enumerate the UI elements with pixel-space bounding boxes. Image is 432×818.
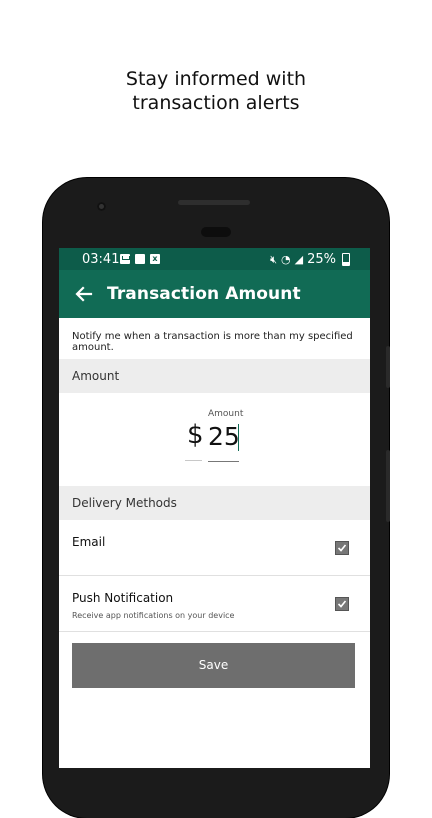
currency-symbol: $ (187, 420, 204, 450)
app-bar: Transaction Amount (59, 270, 370, 318)
email-checkbox[interactable] (335, 541, 349, 555)
amount-section-header: Amount (59, 359, 370, 393)
battery-percent: 25% (307, 252, 336, 267)
notification-icons: x (120, 254, 160, 264)
headline-line1: Stay informed with (125, 68, 307, 90)
amount-input[interactable]: 25 (208, 422, 240, 451)
earpiece-speaker (201, 227, 231, 237)
amount-field-label: Amount (208, 409, 244, 419)
power-button (386, 450, 390, 522)
delivery-row-email[interactable]: Email (59, 520, 370, 576)
amount-underline (208, 461, 239, 462)
delivery-section-header: Delivery Methods (59, 486, 370, 520)
mail-icon (120, 254, 130, 264)
wifi-icon: ◔ (281, 253, 291, 266)
amount-input-area: $ Amount 25 (59, 393, 370, 486)
push-label: Push Notification (72, 591, 174, 605)
currency-underline (185, 460, 202, 461)
back-arrow-icon[interactable] (74, 284, 94, 304)
notice-text: Notify me when a transaction is more tha… (72, 331, 353, 353)
excel-icon: x (150, 254, 160, 264)
headline-line2: transaction alerts (132, 92, 300, 114)
push-checkbox[interactable] (335, 597, 349, 611)
image-icon (135, 254, 145, 264)
volume-button (386, 346, 390, 388)
save-button[interactable]: Save (72, 643, 355, 688)
sensor-bar (178, 200, 250, 205)
battery-icon (342, 253, 350, 266)
phone-screen: 03:41 x 🔇︎ ◔ ◢ 25% Transaction Amount No… (59, 248, 370, 768)
signal-icon: ◢ (294, 253, 304, 266)
email-label: Email (72, 535, 106, 549)
page-title: Transaction Amount (107, 284, 301, 304)
status-time: 03:41 (82, 252, 120, 267)
push-sublabel: Receive app notifications on your device (72, 611, 235, 620)
delivery-row-push[interactable]: Push Notification Receive app notificati… (59, 576, 370, 632)
text-cursor (238, 424, 239, 451)
mute-icon: 🔇︎ (270, 253, 278, 266)
front-camera-icon (97, 202, 106, 211)
status-right: 🔇︎ ◔ ◢ 25% (270, 252, 350, 267)
status-bar: 03:41 x 🔇︎ ◔ ◢ 25% (59, 248, 370, 270)
marketing-headline: Stay informed with transaction alerts (0, 67, 432, 115)
